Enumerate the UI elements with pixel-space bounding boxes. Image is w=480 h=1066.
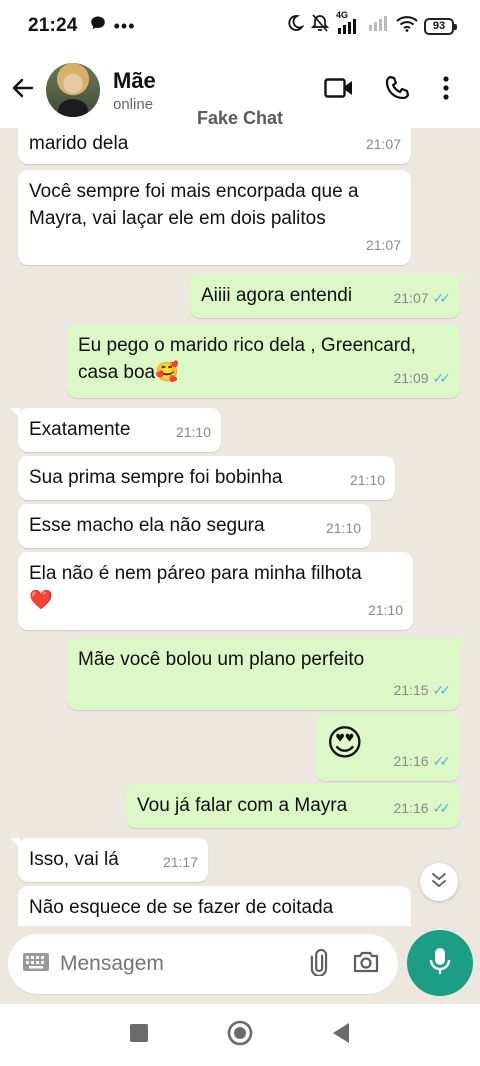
arrow-left-icon (10, 75, 36, 106)
home-button[interactable] (227, 1020, 253, 1051)
moon-icon (286, 14, 305, 38)
message-text: Esse macho ela não segura (29, 515, 265, 536)
back-button[interactable] (0, 67, 46, 113)
message-incoming[interactable]: Você sempre foi mais encorpada que a May… (18, 170, 411, 265)
chevron-double-down-icon (430, 871, 448, 894)
message-text: Sua prima sempre foi bobinha (29, 467, 283, 488)
read-ticks-icon: ✓✓ (432, 290, 452, 306)
mic-icon (428, 946, 452, 981)
read-ticks-icon: ✓✓ (432, 370, 452, 386)
message-text: Eu pego o marido rico dela , Greencard, … (78, 335, 416, 383)
message-time: 21:15 (393, 682, 429, 698)
battery-level: 93 (432, 20, 446, 32)
message-time: 21:17 (162, 854, 198, 870)
signal-no-service-icon (368, 15, 390, 37)
message-time: 21:16 (393, 753, 429, 769)
composer (0, 926, 480, 1004)
message-time: 21:07 (365, 136, 401, 152)
scroll-to-bottom-button[interactable] (420, 863, 458, 901)
camera-icon[interactable] (352, 950, 380, 979)
message-text: Você sempre foi mais encorpada que a May… (29, 181, 359, 229)
message-incoming[interactable]: Isso, vai lá 21:17 (10, 838, 208, 882)
message-text: Ela não é nem páreo para minha filhota ❤… (29, 563, 362, 611)
message-outgoing[interactable]: Mãe você bolou um plano perfeito 21:15 ✓✓ (67, 638, 468, 710)
chat-bubble-icon (90, 15, 106, 37)
watermark-label: Fake Chat (196, 108, 284, 128)
message-time: 21:10 (325, 520, 361, 536)
message-incoming[interactable]: Esse macho ela não segura 21:10 (18, 504, 371, 548)
message-input-container[interactable] (8, 934, 398, 994)
wifi-icon (396, 15, 418, 38)
message-incoming[interactable]: marido dela 21:07 (18, 128, 411, 164)
recent-apps-button[interactable] (129, 1023, 149, 1048)
message-time: 21:10 (367, 602, 403, 618)
message-input[interactable] (60, 952, 270, 976)
message-time: 21:10 (349, 472, 385, 488)
voice-call-button[interactable] (368, 67, 426, 113)
message-outgoing[interactable]: 😍 21:16 ✓✓ (315, 713, 460, 781)
video-call-icon (324, 77, 354, 104)
message-text: Não esquece de se fazer de coitada (29, 897, 334, 918)
message-outgoing[interactable]: Aiiii agora entendi 21:07 ✓✓ (190, 274, 468, 318)
more-options-button[interactable] (426, 67, 466, 113)
contact-info[interactable]: Mãe online (113, 68, 156, 113)
status-bar: 21:24 ••• 4G 93 (0, 0, 480, 52)
read-ticks-icon: ✓✓ (432, 753, 452, 769)
network-label: 4G (336, 10, 349, 20)
message-emoji: 😍 (326, 723, 364, 764)
message-outgoing[interactable]: Vou já falar com a Mayra 21:16 ✓✓ (126, 784, 460, 828)
message-text: Vou já falar com a Mayra (137, 795, 348, 816)
more-notifications-icon: ••• (113, 15, 136, 36)
message-time: 21:09 (393, 370, 429, 386)
message-incoming[interactable]: Não esquece de se fazer de coitada (18, 886, 411, 926)
voice-message-button[interactable] (407, 930, 473, 996)
message-text: Mãe você bolou um plano perfeito (78, 649, 365, 670)
more-vert-icon (443, 75, 449, 105)
video-call-button[interactable] (310, 67, 368, 113)
message-time: 21:10 (175, 424, 211, 440)
message-incoming[interactable]: Ela não é nem páreo para minha filhota ❤… (18, 552, 413, 630)
message-outgoing[interactable]: Eu pego o marido rico dela , Greencard, … (67, 324, 460, 398)
message-text: Exatamente (29, 419, 131, 440)
message-incoming[interactable]: Sua prima sempre foi bobinha 21:10 (18, 456, 395, 500)
status-time: 21:24 (28, 15, 78, 36)
mute-bell-icon (310, 13, 330, 39)
message-time: 21:07 (393, 290, 429, 306)
read-ticks-icon: ✓✓ (432, 800, 452, 816)
message-text: Aiiii agora entendi (201, 285, 353, 306)
chat-area[interactable]: marido dela 21:07 Você sempre foi mais e… (0, 128, 480, 926)
message-text: Isso, vai lá (29, 849, 119, 870)
message-text: marido dela (29, 133, 129, 154)
message-time: 21:16 (393, 800, 429, 816)
battery-icon: 93 (424, 17, 457, 35)
back-nav-button[interactable] (331, 1022, 351, 1049)
signal-4g-icon: 4G (336, 10, 362, 34)
paperclip-icon[interactable] (306, 948, 334, 981)
phone-icon (384, 75, 410, 106)
contact-name: Mãe (113, 67, 156, 93)
keyboard-icon[interactable] (22, 952, 50, 977)
message-time: 21:07 (365, 237, 401, 253)
message-incoming[interactable]: Exatamente 21:10 (10, 408, 221, 452)
read-ticks-icon: ✓✓ (432, 682, 452, 698)
system-nav-bar (0, 1004, 480, 1066)
